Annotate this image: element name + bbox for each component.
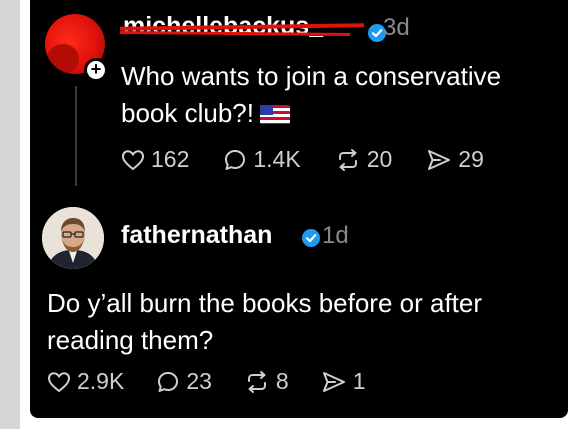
verified-badge-icon (302, 229, 320, 247)
reply-button[interactable]: 1.4K (223, 146, 301, 173)
repost-count: 8 (275, 368, 289, 394)
post-1-actions: 162 1.4K 20 29 (121, 146, 518, 173)
post-2-time: 1d (322, 222, 349, 249)
repost-icon (247, 370, 266, 393)
repost-count: 20 (366, 146, 393, 172)
send-icon (428, 149, 451, 170)
avatar-fathernathan[interactable] (42, 207, 104, 269)
thread-connector-line (75, 86, 77, 186)
share-button[interactable]: 29 (426, 146, 484, 173)
page-side-margin (0, 0, 20, 429)
like-count: 162 (151, 146, 190, 172)
heart-icon (121, 149, 145, 170)
heart-icon (47, 371, 71, 392)
post-1-text: Who wants to join a conservative book cl… (121, 58, 561, 132)
reply-count: 1.4K (253, 146, 301, 172)
like-button[interactable]: 162 (121, 146, 189, 173)
repost-button[interactable]: 20 (335, 146, 393, 173)
reply-count: 23 (186, 368, 212, 394)
share-count: 29 (458, 146, 484, 172)
share-button[interactable]: 1 (321, 368, 366, 395)
comment-icon (225, 149, 246, 170)
post-2-username[interactable]: fathernathan (121, 221, 272, 250)
reply-button[interactable]: 23 (156, 368, 212, 395)
post-1-text-content: Who wants to join a conservative book cl… (121, 61, 502, 128)
redaction-blot (47, 44, 79, 74)
follow-plus-icon[interactable]: + (84, 58, 108, 82)
post-1-time: 3d (383, 14, 410, 41)
us-flag-emoji-icon (259, 105, 290, 124)
like-button[interactable]: 2.9K (47, 368, 124, 395)
like-count: 2.9K (77, 368, 125, 394)
repost-icon (338, 148, 357, 171)
share-count: 1 (352, 368, 366, 394)
comment-icon (158, 371, 179, 392)
repost-button[interactable]: 8 (244, 368, 289, 395)
send-icon (322, 371, 345, 392)
post-2-actions: 2.9K 23 8 1 (47, 368, 398, 395)
post-2-text: Do y’all burn the books before or after … (47, 288, 483, 355)
person-photo-icon (42, 207, 104, 269)
